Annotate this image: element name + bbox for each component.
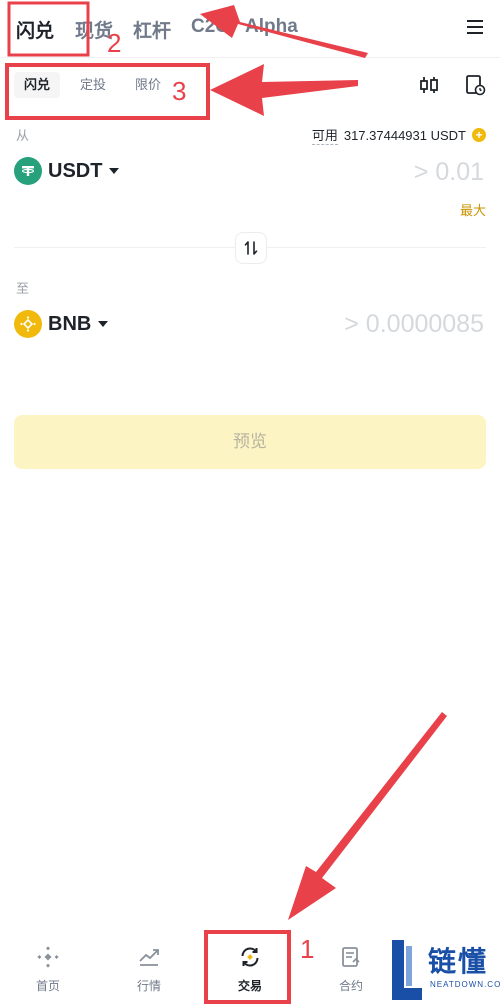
- annotation-overlay: [5, 1, 447, 1004]
- annotation-arrow-top: [200, 5, 368, 58]
- annotation-arrow-subtabs: [210, 64, 358, 116]
- annotation-number-1: 1: [300, 934, 315, 964]
- annotation-number-2: 2: [107, 28, 122, 58]
- annotation-number-3: 3: [172, 76, 187, 106]
- annotation-box-trade-nav: [204, 930, 291, 1004]
- annotation-box-top-tab: [7, 1, 90, 57]
- annotation-arrow-trade: [288, 712, 447, 920]
